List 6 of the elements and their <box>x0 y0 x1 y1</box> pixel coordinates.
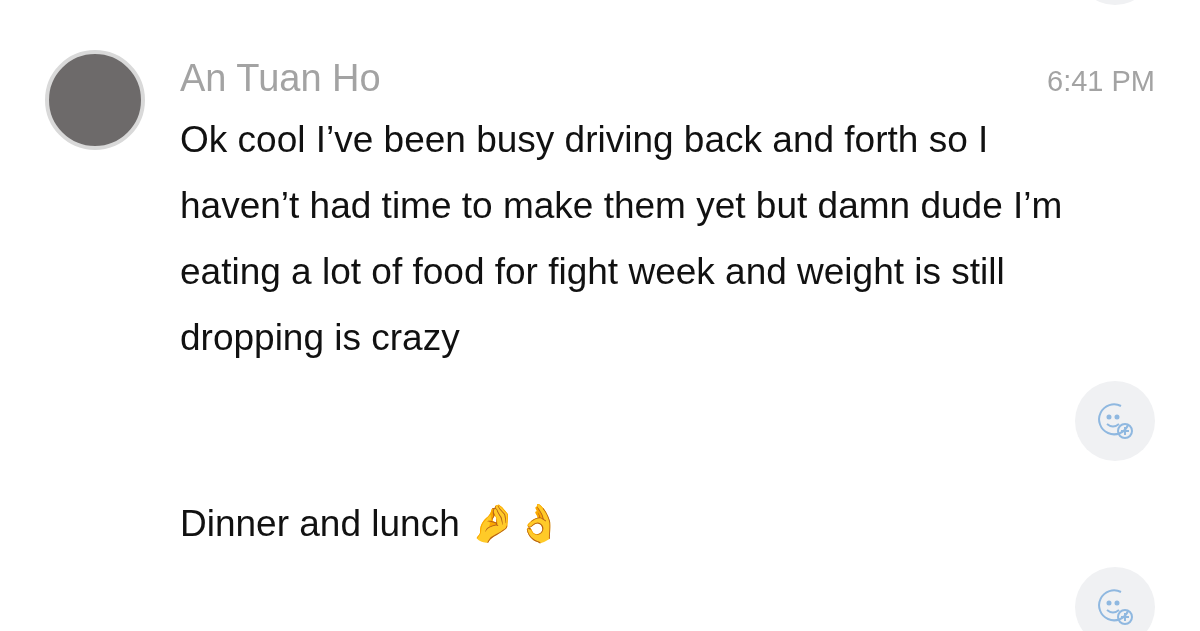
message-text: Dinner and lunch 🤌👌 <box>180 502 564 546</box>
message-text: Ok cool I’ve been busy driving back and forth so I haven’t had time to make them yet but damn dude I’m eating a lot of food for fight week and weight is still dropping is crazy <box>180 118 1064 360</box>
smiley-plus-icon <box>1095 587 1135 627</box>
message-time: 6:41 PM <box>1047 64 1155 99</box>
smiley-plus-icon <box>1095 401 1135 441</box>
sender-name: An Tuan Ho <box>180 56 381 101</box>
